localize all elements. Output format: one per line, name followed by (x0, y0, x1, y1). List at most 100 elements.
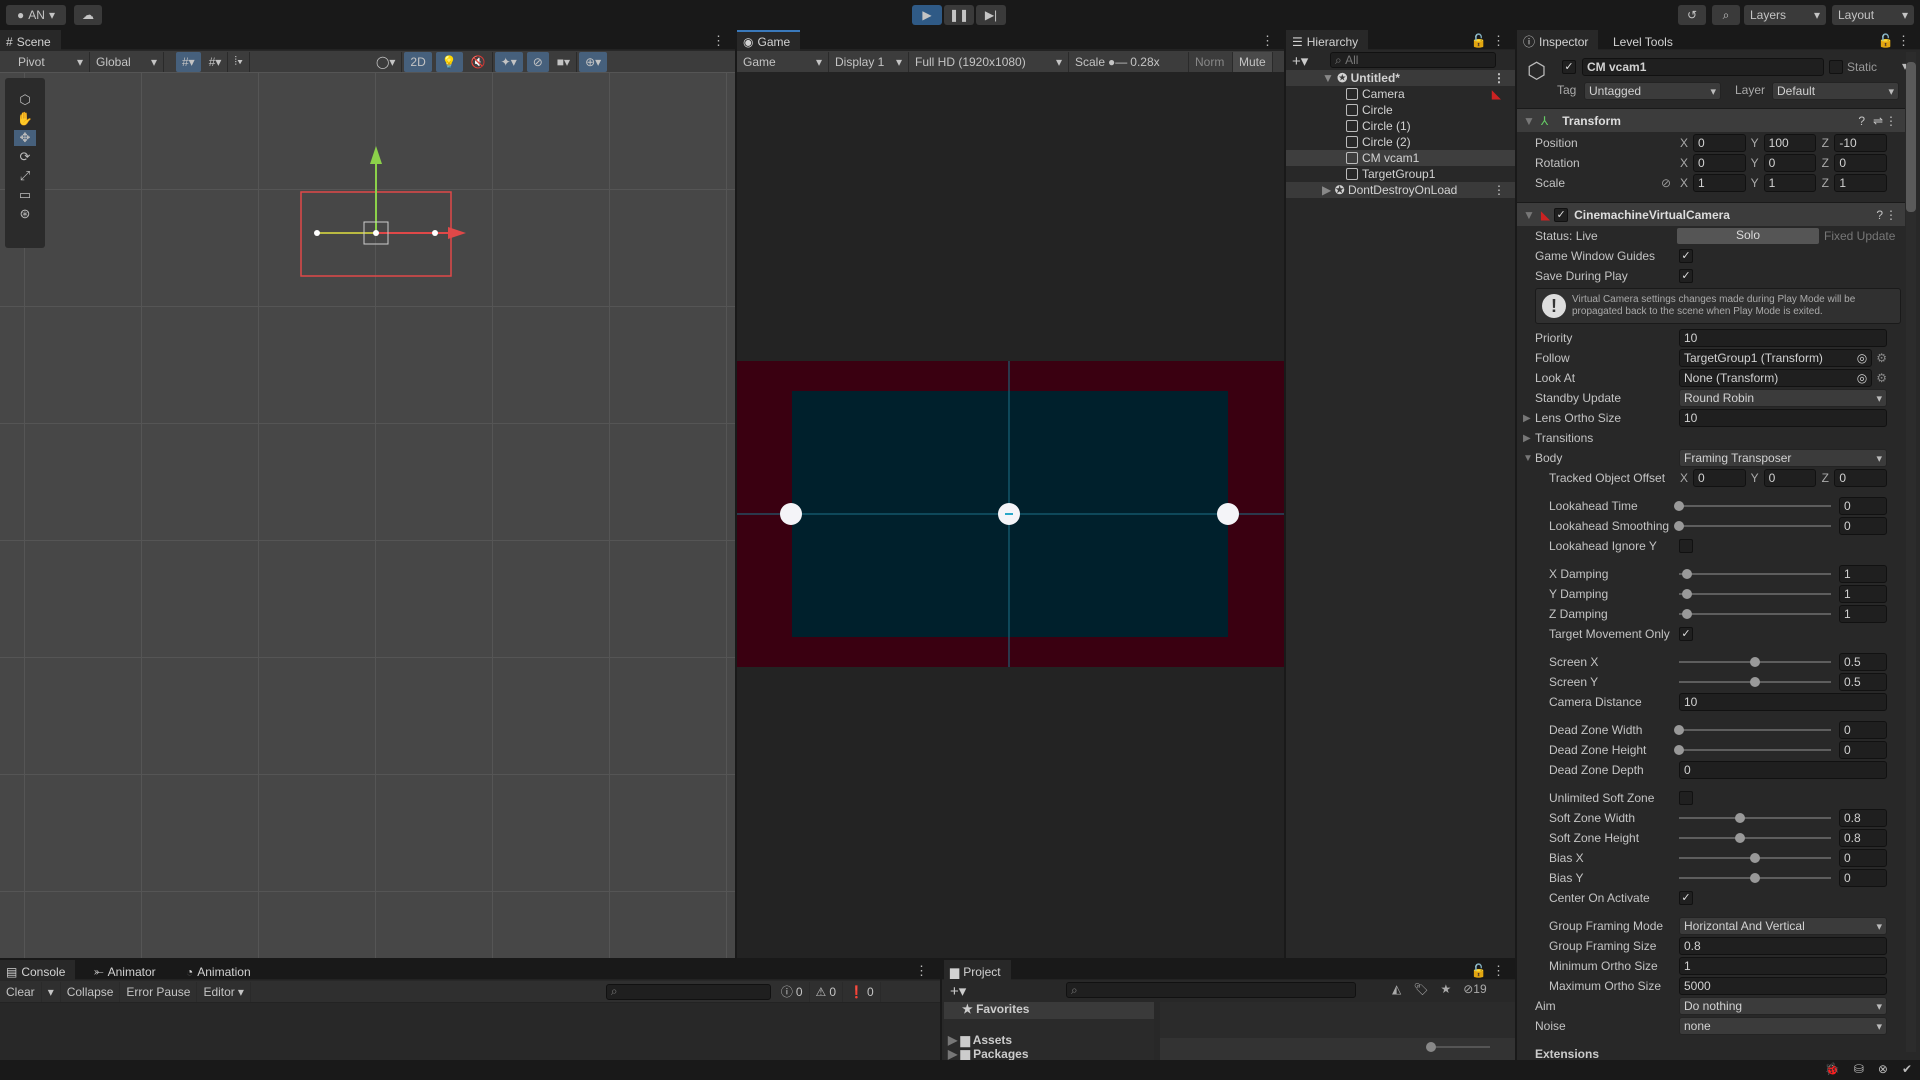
object-picker-icon[interactable]: ◎ (1857, 371, 1867, 385)
gizmos-button[interactable]: ⊕▾ (579, 52, 607, 72)
cache-icon[interactable]: ⛁ (1854, 1062, 1864, 1076)
scale-slider[interactable]: Scale●—0.28x (1069, 52, 1189, 72)
filter-type-icon[interactable]: ◭ (1392, 982, 1401, 996)
hierarchy-item[interactable]: Circle (1286, 102, 1515, 118)
tag-dropdown[interactable]: Untagged (1584, 82, 1721, 100)
bias-y-slider[interactable] (1679, 869, 1831, 887)
folder-assets[interactable]: ▶ ▆ Assets (944, 1033, 1154, 1047)
y-field[interactable]: 1 (1764, 174, 1817, 192)
slider-knob[interactable] (1674, 521, 1684, 531)
inspector-scrollbar[interactable] (1906, 52, 1916, 1052)
more-icon[interactable]: ⋮ (1885, 208, 1897, 222)
grid-visibility-button[interactable]: ⦙▾ (228, 52, 250, 72)
dead-zone-height-field[interactable]: 0 (1839, 741, 1887, 759)
slider-knob[interactable] (1735, 833, 1745, 843)
global-dropdown[interactable]: Global▾ (90, 52, 164, 72)
x-field[interactable]: 1 (1693, 174, 1746, 192)
shading-mode-button[interactable]: ◯▾ (370, 52, 402, 72)
soft-zone-width-field[interactable]: 0.8 (1839, 809, 1887, 827)
foldout-arrow-icon[interactable]: ▼ (1523, 453, 1533, 464)
lookahead-smoothing-field[interactable]: 0 (1839, 517, 1887, 535)
more-icon[interactable]: ⋮ (1492, 33, 1505, 49)
cloud-button[interactable]: ☁ (74, 5, 102, 25)
object-picker-icon[interactable]: ◎ (1857, 351, 1867, 365)
tab-hierarchy[interactable]: ☰Hierarchy (1286, 30, 1368, 51)
slider-knob[interactable] (1682, 589, 1692, 599)
grid-snap-button[interactable]: #▾ (176, 52, 201, 72)
bias-x-field[interactable]: 0 (1839, 849, 1887, 867)
aspect-dropdown[interactable]: Norm (1189, 52, 1233, 72)
soft-zone-width-slider[interactable] (1679, 809, 1831, 827)
more-icon[interactable]: ⋮ (712, 33, 725, 49)
more-icon[interactable]: ⋮ (1493, 71, 1505, 85)
lens-ortho-size-field[interactable]: 10 (1679, 409, 1887, 427)
constrain-proportions-icon[interactable]: ⊘ (1661, 176, 1671, 190)
dont-destroy-root[interactable]: ▶ ✪ DontDestroyOnLoad⋮ (1286, 182, 1515, 198)
hierarchy-item[interactable]: CM vcam1 (1286, 150, 1515, 166)
lighting-toggle[interactable]: 💡 (436, 52, 463, 72)
minimum-ortho-size-field[interactable]: 1 (1679, 957, 1887, 975)
gear-icon[interactable]: ⚙ (1876, 351, 1887, 365)
y-damping-slider[interactable] (1679, 585, 1831, 603)
hierarchy-item[interactable]: TargetGroup1 (1286, 166, 1515, 182)
slider-knob[interactable] (1750, 853, 1760, 863)
group-framing-size-field[interactable]: 0.8 (1679, 937, 1887, 955)
maximum-ortho-size-field[interactable]: 5000 (1679, 977, 1887, 995)
slider-knob[interactable] (1682, 609, 1692, 619)
search-button[interactable]: ⌕ (1712, 5, 1740, 25)
effects-toggle[interactable]: ✦▾ (495, 52, 523, 72)
lookahead-smoothing-slider[interactable] (1679, 517, 1831, 535)
hierarchy-item[interactable]: Camera◣ (1286, 86, 1515, 102)
vcam-enabled-checkbox[interactable]: ✓ (1554, 208, 1568, 222)
bake-icon[interactable]: ⊗ (1878, 1062, 1888, 1076)
tab-game[interactable]: ◉Game (737, 30, 800, 51)
game-window-guides-checkbox[interactable]: ✓ (1679, 249, 1693, 263)
check-circle-icon[interactable]: ✔ (1902, 1062, 1912, 1076)
body-dropdown[interactable]: Framing Transposer (1679, 449, 1887, 467)
priority-field[interactable]: 10 (1679, 329, 1887, 347)
scene-view[interactable]: ⬡ ✋ ✥ ⟳ ⤢ ▭ ⊛ (0, 72, 735, 958)
lookahead-time-field[interactable]: 0 (1839, 497, 1887, 515)
tab-animation[interactable]: ◔Animation (180, 960, 261, 981)
history-button[interactable]: ↺ (1678, 5, 1706, 25)
warning-count-toggle[interactable]: ⚠0 (810, 982, 843, 1002)
slider-knob[interactable] (1735, 813, 1745, 823)
hidden-packages-toggle[interactable]: ⊘19 (1463, 982, 1486, 996)
foldout-arrow-icon[interactable]: ▶ (1523, 433, 1531, 444)
dead-zone-height-slider[interactable] (1679, 741, 1831, 759)
more-icon[interactable]: ⋮ (915, 963, 928, 979)
tab-console[interactable]: ▤Console (0, 960, 75, 981)
x-field[interactable]: 0 (1693, 134, 1746, 152)
hierarchy-item[interactable]: Circle (1) (1286, 118, 1515, 134)
account-button[interactable]: ●AN▾ (6, 5, 66, 25)
layer-dropdown[interactable]: Default (1772, 82, 1899, 100)
hidden-objects-toggle[interactable]: ⊘ (527, 52, 549, 72)
y-field[interactable]: 0 (1764, 154, 1817, 172)
x-field[interactable]: 0 (1693, 469, 1746, 487)
debug-icon[interactable]: 🐞 (1825, 1062, 1840, 1076)
favorites-item[interactable]: ★ Favorites (944, 1002, 1154, 1019)
active-checkbox[interactable]: ✓ (1562, 60, 1576, 74)
look-at-object-field[interactable]: None (Transform)◎ (1679, 369, 1872, 387)
more-icon[interactable]: ⋮ (1493, 183, 1505, 197)
aim-dropdown[interactable]: Do nothing (1679, 997, 1887, 1015)
more-icon[interactable]: ⋮ (1897, 33, 1910, 49)
hierarchy-item[interactable]: Circle (2) (1286, 134, 1515, 150)
standby-update-dropdown[interactable]: Round Robin (1679, 389, 1887, 407)
move-gizmo[interactable] (0, 72, 735, 958)
star-icon[interactable]: ★ (1440, 982, 1451, 996)
folder-packages[interactable]: ▶ ▆ Packages (944, 1047, 1154, 1061)
z-field[interactable]: 0 (1834, 154, 1887, 172)
object-name-field[interactable]: CM vcam1 (1582, 58, 1824, 76)
slider-knob[interactable] (1750, 657, 1760, 667)
layers-dropdown[interactable]: Layers▾ (1744, 5, 1826, 25)
z-field[interactable]: 1 (1834, 174, 1887, 192)
z-field[interactable]: 0 (1834, 469, 1887, 487)
noise-dropdown[interactable]: none (1679, 1017, 1887, 1035)
bias-x-slider[interactable] (1679, 849, 1831, 867)
z-damping-slider[interactable] (1679, 605, 1831, 623)
slider-knob[interactable] (1674, 725, 1684, 735)
error-count-toggle[interactable]: ❗0 (843, 982, 881, 1002)
dead-zone-depth-field[interactable]: 0 (1679, 761, 1887, 779)
dead-zone-width-field[interactable]: 0 (1839, 721, 1887, 739)
